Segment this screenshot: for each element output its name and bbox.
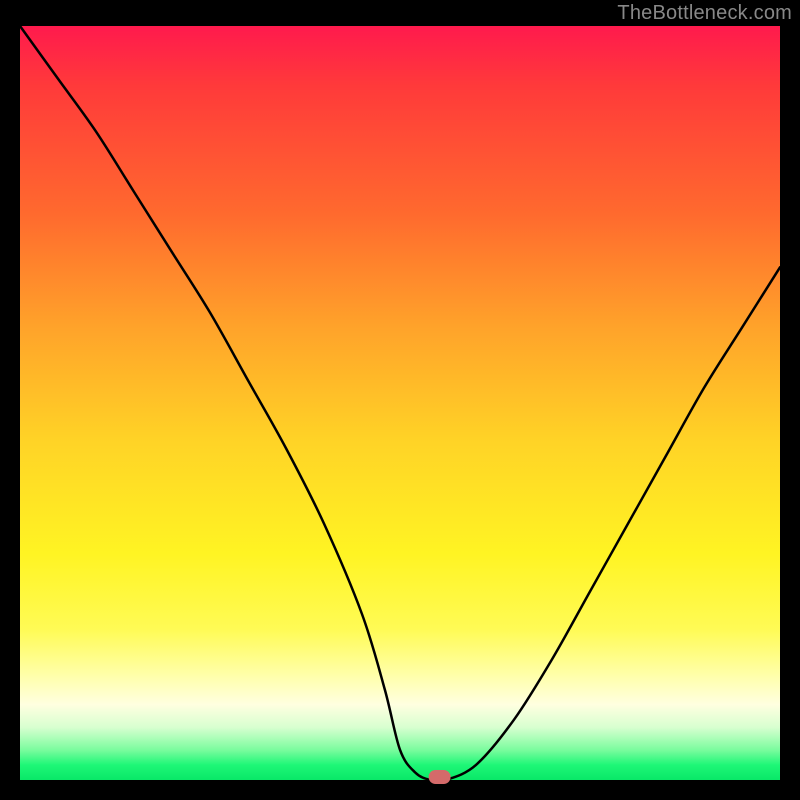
curve-layer [20, 26, 780, 780]
attribution-watermark: TheBottleneck.com [617, 2, 792, 25]
bottleneck-marker [428, 770, 451, 784]
bottleneck-curve [20, 26, 780, 781]
plot-area [20, 26, 780, 780]
